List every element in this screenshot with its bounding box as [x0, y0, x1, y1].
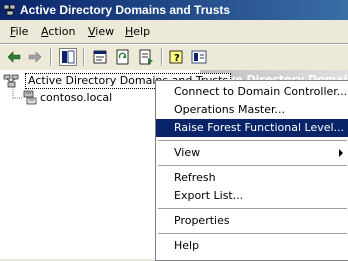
description-bar-icon[interactable] — [190, 48, 208, 66]
properties-icon[interactable] — [91, 48, 109, 66]
menu-view[interactable]: View — [88, 25, 114, 38]
ad-domains-trusts-icon — [3, 4, 16, 16]
export-list-icon[interactable] — [137, 48, 155, 66]
menu-separator — [158, 165, 347, 166]
menu-bar: File Action View Help — [0, 22, 348, 42]
menu-action[interactable]: Action — [41, 25, 75, 38]
toolbar-separator — [50, 48, 52, 66]
menu-file-rest: ile — [15, 25, 29, 38]
menu-item-operations-master[interactable]: Operations Master... — [156, 101, 348, 119]
title-bar[interactable]: Active Directory Domains and Trusts — [0, 0, 348, 20]
menu-item-refresh[interactable]: Refresh — [156, 169, 348, 187]
menu-separator — [158, 233, 347, 234]
menu-item-connect-to-domain-controller[interactable]: Connect to Domain Controller... — [156, 83, 348, 101]
toolbar-separator — [161, 48, 163, 66]
tree-item-domain-label: contoso.local — [40, 91, 113, 104]
menu-item-help[interactable]: Help — [156, 237, 348, 255]
refresh-icon[interactable] — [114, 48, 132, 66]
back-arrow-icon[interactable] — [5, 48, 23, 66]
menu-item-properties[interactable]: Properties — [156, 212, 348, 230]
submenu-arrow-icon — [339, 149, 343, 157]
menu-action-rest: ction — [48, 25, 76, 38]
menu-item-export-list[interactable]: Export List... — [156, 187, 348, 205]
forward-arrow-icon[interactable] — [26, 48, 44, 66]
show-hide-console-tree-icon[interactable] — [59, 48, 77, 66]
window-title: Active Directory Domains and Trusts — [20, 3, 231, 17]
toolbar-separator — [83, 48, 85, 66]
menu-help-rest: elp — [133, 25, 151, 38]
menu-file[interactable]: File — [10, 25, 28, 38]
help-icon[interactable]: ? — [168, 48, 186, 66]
menu-item-raise-forest-functional-level[interactable]: Raise Forest Functional Level... — [156, 119, 348, 137]
menu-item-view[interactable]: View — [156, 144, 348, 162]
svg-text:?: ? — [174, 53, 180, 64]
context-menu: Connect to Domain Controller... Operatio… — [155, 80, 348, 261]
domain-icon — [23, 90, 37, 105]
menu-help[interactable]: Help — [125, 25, 150, 38]
toolbar: ? — [0, 45, 348, 69]
menu-view-rest: iew — [95, 25, 115, 38]
menu-separator — [158, 140, 347, 141]
menu-separator — [158, 208, 347, 209]
